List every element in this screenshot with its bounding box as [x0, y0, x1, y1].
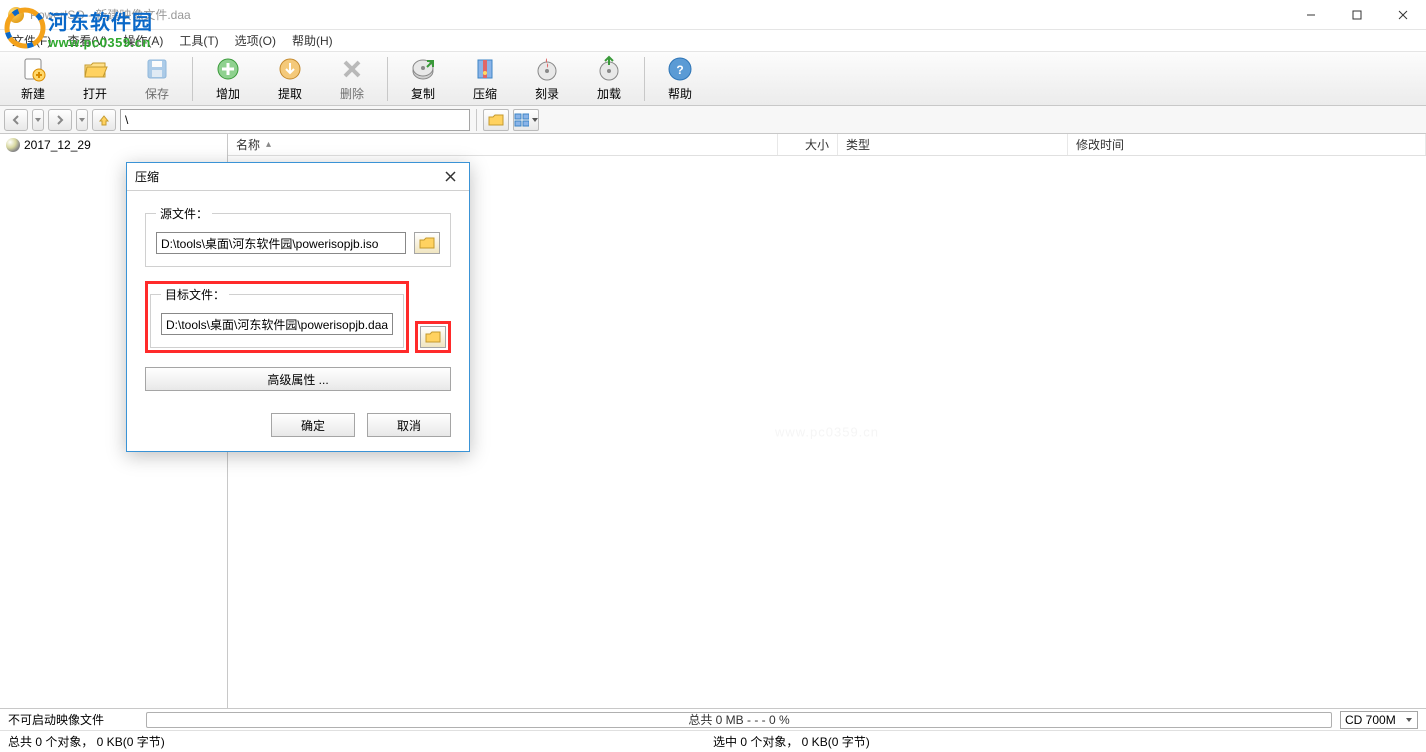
compress-icon — [471, 55, 499, 83]
list-header: 名称▴ 大小 类型 修改时间 — [228, 134, 1426, 156]
help-icon: ? — [666, 55, 694, 83]
status-selected: 选中 0 个对象， 0 KB(0 字节) — [713, 733, 1418, 750]
nav-forward-button[interactable] — [48, 109, 72, 131]
source-label: 源文件： — [156, 205, 212, 222]
center-watermark: www.pc0359.cn — [775, 425, 879, 440]
target-label: 目标文件： — [161, 286, 229, 303]
menu-view[interactable]: 查看(V) — [59, 30, 115, 51]
dialog-titlebar[interactable]: 压缩 — [127, 163, 469, 191]
disc-icon — [6, 138, 20, 152]
toolbar-compress[interactable]: 压缩 — [454, 53, 516, 105]
toolbar-save: 保存 — [126, 53, 188, 105]
compress-dialog: 压缩 源文件： 目标文件： — [126, 162, 470, 452]
toolbar-delete: 删除 — [321, 53, 383, 105]
sort-asc-icon: ▴ — [266, 139, 271, 150]
nav-folder-button[interactable] — [483, 109, 509, 131]
menu-action[interactable]: 操作(A) — [115, 30, 171, 51]
tree-root-item[interactable]: 2017_12_29 — [2, 136, 225, 154]
tree-root-label: 2017_12_29 — [24, 138, 91, 152]
nav-view-button[interactable] — [513, 109, 539, 131]
menu-help[interactable]: 帮助(H) — [284, 30, 341, 51]
toolbar-burn[interactable]: 刻录 — [516, 53, 578, 105]
minimize-button[interactable] — [1288, 0, 1334, 30]
toolbar: 新建 打开 保存 增加 提取 删除 复制 压缩 — [0, 52, 1426, 106]
boot-status: 不可启动映像文件 — [8, 711, 138, 728]
copy-icon — [409, 55, 437, 83]
chevron-down-icon — [1405, 716, 1413, 724]
target-highlight: 目标文件： — [145, 281, 409, 353]
navbar — [0, 106, 1426, 134]
titlebar: PowerISO - 新建映像文件.daa — [0, 0, 1426, 30]
menu-tools[interactable]: 工具(T) — [171, 30, 226, 51]
svg-text:?: ? — [676, 63, 683, 77]
toolbar-copy[interactable]: 复制 — [392, 53, 454, 105]
col-modified[interactable]: 修改时间 — [1068, 134, 1426, 155]
target-browse-highlight — [415, 321, 451, 353]
advanced-button[interactable]: 高级属性 ... — [145, 367, 451, 391]
size-progress: 总共 0 MB - - - 0 % — [146, 712, 1332, 728]
folder-icon — [425, 330, 441, 344]
status-total: 总共 0 个对象， 0 KB(0 字节) — [8, 733, 713, 750]
close-button[interactable] — [1380, 0, 1426, 30]
dialog-title: 压缩 — [135, 168, 439, 185]
path-input[interactable] — [120, 109, 470, 131]
toolbar-new[interactable]: 新建 — [2, 53, 64, 105]
mount-icon — [595, 55, 623, 83]
nav-forward-dropdown[interactable] — [76, 109, 88, 131]
statusbar-2: 总共 0 个对象， 0 KB(0 字节) 选中 0 个对象， 0 KB(0 字节… — [0, 730, 1426, 752]
save-icon — [143, 55, 171, 83]
source-browse-button[interactable] — [414, 232, 440, 254]
ok-button[interactable]: 确定 — [271, 413, 355, 437]
nav-separator — [476, 109, 477, 131]
cancel-button[interactable]: 取消 — [367, 413, 451, 437]
new-icon — [19, 55, 47, 83]
add-icon — [214, 55, 242, 83]
menu-options[interactable]: 选项(O) — [227, 30, 284, 51]
target-fieldset: 目标文件： — [150, 286, 404, 348]
source-fieldset: 源文件： — [145, 205, 451, 267]
nav-back-button[interactable] — [4, 109, 28, 131]
statusbar-1: 不可启动映像文件 总共 0 MB - - - 0 % CD 700M — [0, 708, 1426, 730]
col-type[interactable]: 类型 — [838, 134, 1068, 155]
toolbar-mount[interactable]: 加载 — [578, 53, 640, 105]
toolbar-separator — [387, 57, 388, 101]
toolbar-add[interactable]: 增加 — [197, 53, 259, 105]
nav-back-dropdown[interactable] — [32, 109, 44, 131]
dialog-close-button[interactable] — [439, 166, 461, 188]
col-name[interactable]: 名称▴ — [228, 134, 778, 155]
burn-icon — [533, 55, 561, 83]
window-title: PowerISO - 新建映像文件.daa — [30, 6, 191, 23]
app-icon — [8, 7, 24, 23]
toolbar-separator — [644, 57, 645, 101]
toolbar-extract[interactable]: 提取 — [259, 53, 321, 105]
toolbar-separator — [192, 57, 193, 101]
toolbar-help[interactable]: ? 帮助 — [649, 53, 711, 105]
folder-icon — [419, 236, 435, 250]
open-icon — [81, 55, 109, 83]
disc-type-combo[interactable]: CD 700M — [1340, 711, 1418, 729]
maximize-button[interactable] — [1334, 0, 1380, 30]
nav-up-button[interactable] — [92, 109, 116, 131]
source-file-input[interactable] — [156, 232, 406, 254]
toolbar-open[interactable]: 打开 — [64, 53, 126, 105]
col-size[interactable]: 大小 — [778, 134, 838, 155]
menubar: 文件(F) 查看(V) 操作(A) 工具(T) 选项(O) 帮助(H) — [0, 30, 1426, 52]
target-file-input[interactable] — [161, 313, 393, 335]
extract-icon — [276, 55, 304, 83]
delete-icon — [338, 55, 366, 83]
menu-file[interactable]: 文件(F) — [4, 30, 59, 51]
target-browse-button[interactable] — [420, 326, 446, 348]
